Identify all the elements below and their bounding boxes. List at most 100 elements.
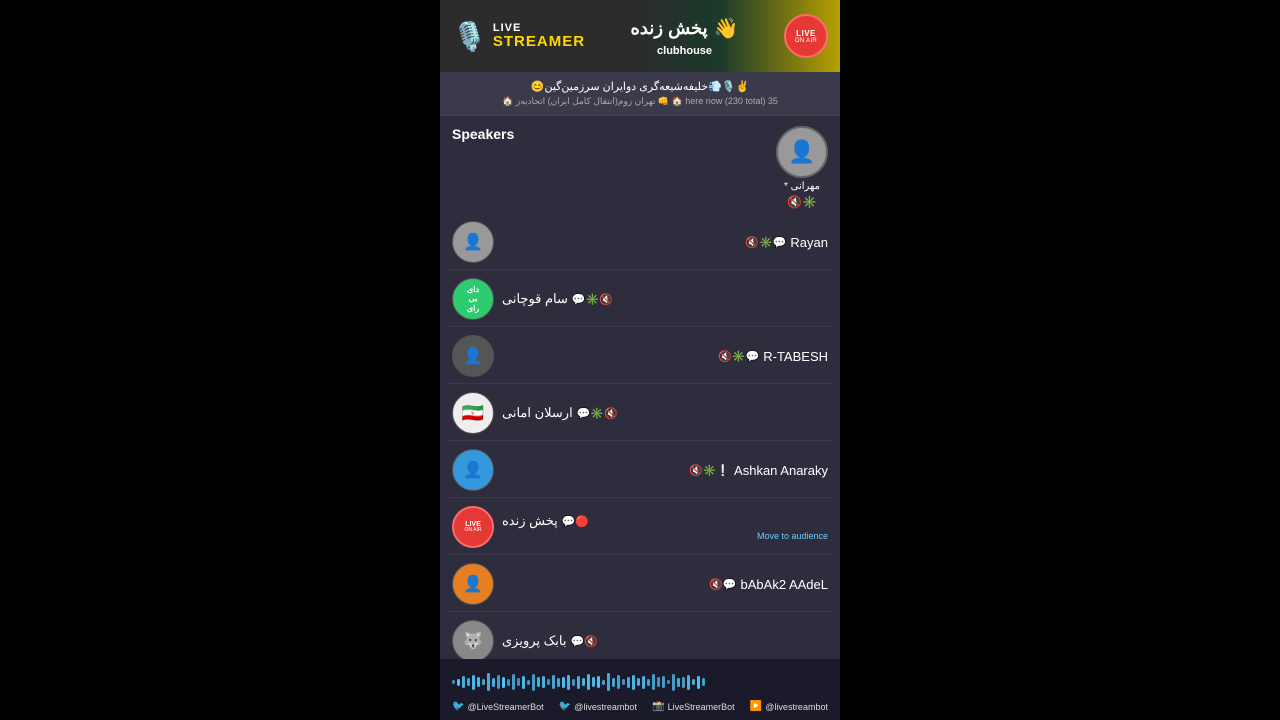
speaker-row[interactable]: 👤 🔇💬 bAbAk2 AAdeL [448,557,832,612]
twitter-handle2: @livestreambot [574,702,637,712]
waveform-bar [567,675,570,690]
waveform-bar [562,677,565,688]
speaker-status-icons: 🔴💬 [562,515,589,528]
speaker-status-icons: 🔇✳️💬 [577,407,618,420]
speakers-container: Speakers 👤 مهرانی * 🔇✳️ 👤 🔇✳️💬 Rayan دای بی… [440,116,840,659]
speaker-row[interactable]: 👤 🔇✳️💬 R-TABESH [448,329,832,384]
speaker-name: 🔴💬 پخش زنده [502,513,828,529]
speaker-avatar: 👤 [452,563,494,605]
waveform-bar [607,673,610,691]
waveform-bar [677,678,680,687]
speaker-name: 🔇💬 bAbAk2 AAdeL [502,577,828,592]
waveform-bar [527,680,530,685]
speaker-row[interactable]: 👤 🔇✳️❕ Ashkan Anaraky [448,443,832,498]
waveform-bar [697,676,700,689]
speaker-row[interactable]: دای بی رای 🔇✳️💬 سام قوچانی [448,272,832,327]
waveform-bar [577,676,580,689]
speaker-avatar: 🇮🇷 [452,392,494,434]
waveform-bar [507,679,510,686]
header-bar: 🎙️ LIVE STREAMER پخش زنده 👋 clubhouse LI… [440,0,840,72]
speaker-row[interactable]: 🇮🇷 🔇✳️💬 ارسلان امانی [448,386,832,441]
waveform-bar [552,675,555,689]
live-streamer-branding: LIVE STREAMER [493,22,585,51]
speaker-status-icons: 🔇✳️💬 [718,350,759,363]
twitter-handle: @LiveStreamerBot [467,702,543,712]
speaker-name: 🔇✳️💬 Rayan [502,235,828,250]
social-twitter-stream: 🐦 @livestreambot [559,701,637,712]
featured-speaker[interactable]: 👤 مهرانی * 🔇✳️ [776,126,828,209]
speaker-name-text: پخش زنده [502,513,558,529]
speaker-status-icons: 🔇✳️❕ [689,464,730,477]
speaker-row[interactable]: LIVEON AIR 🔴💬 پخش زنده Move to audience [448,500,832,555]
youtube-handle: @livestreambot [765,702,828,712]
waveform-bar [622,679,625,685]
speaker-name: 🔇✳️❕ Ashkan Anaraky [502,463,828,478]
speaker-name-text: bAbAk2 AAdeL [741,577,828,592]
speaker-avatar: 👤 [452,221,494,263]
waveform-bar [602,680,605,685]
waveform-bar [492,678,495,687]
speaker-name: 🔇💬بابک پرویزی [502,633,828,649]
hand-emoji: 👋 [714,16,739,41]
waveform-bar [667,680,670,684]
speaker-name-text: Ashkan Anaraky [734,463,828,478]
speaker-name-text: سام قوچانی [502,291,568,307]
waveform-bar [682,677,685,688]
waveform-bar [457,679,460,686]
waveform-bar [672,674,675,691]
waveform-bar [597,676,600,688]
speaker-info: 🔇✳️💬 R-TABESH [502,349,828,364]
speaker-avatar: 👤 [452,449,494,491]
waveform-bar [482,679,485,685]
speakers-label: Speakers [452,126,768,142]
waveform-bar [467,678,470,686]
speaker-status-icons: 🔇✳️💬 [572,293,613,306]
clubhouse-label: clubhouse [657,45,712,57]
speaker-status-icons: 🔇💬 [709,578,736,591]
streamer-label: STREAMER [493,34,585,51]
waveform-bar [572,679,575,686]
speaker-avatar: دای بی رای [452,278,494,320]
speaker-row[interactable]: 👤 🔇✳️💬 Rayan [448,215,832,270]
room-subtitle: here now (230 total) 35 🏠 👊 تهران زوم(ان… [452,96,828,107]
speaker-info: 🔇✳️💬 ارسلان امانی [502,405,828,421]
waveform-bar [617,675,620,689]
waveform-bar [692,679,695,685]
waveform-bar [652,674,655,690]
speaker-avatar: 🐺 [452,620,494,659]
waveform-bar [662,676,665,688]
waveform-bar [532,674,535,691]
speaker-name: 🔇✳️💬 ارسلان امانی [502,405,828,421]
waveform-bar [487,673,490,691]
speaker-avatar: LIVEON AIR [452,506,494,548]
waveform-bar [547,679,550,685]
waveform-bar [657,677,660,687]
speaker-name-text: R-TABESH [763,349,828,364]
speaker-status-icons: 🔇✳️💬 [745,236,786,249]
live-on-air-badge: LIVE ON AIR [784,14,828,58]
social-instagram-bot: 📸 LiveStreamerBot [652,701,734,712]
social-links: 🐦 @LiveStreamerBot 🐦 @livestreambot 📸 Li… [452,701,828,712]
live-on-air-subtext: ON AIR [795,38,817,44]
speaker-info: 🔇✳️❕ Ashkan Anaraky [502,463,828,478]
speaker-name-text: ارسلان امانی [502,405,573,421]
header-left: 🎙️ LIVE STREAMER [452,20,585,53]
waveform-bar [537,677,540,687]
speaker-avatar: 👤 [452,335,494,377]
move-to-audience-label[interactable]: Move to audience [502,531,828,541]
live-label: LIVE [493,22,585,34]
speaker-info: 🔇💬بابک پرویزی [502,633,828,649]
speaker-row[interactable]: 🐺 🔇💬بابک پرویزی [448,614,832,659]
live-on-air-live-text: LIVE [796,29,816,38]
twitter-icon: 🐦 [452,701,464,712]
speakers-header: Speakers 👤 مهرانی * 🔇✳️ [440,116,840,215]
speaker-name-text: Rayan [790,235,828,250]
twitter-icon2: 🐦 [559,701,571,712]
speaker-info: 🔇💬 bAbAk2 AAdeL [502,577,828,592]
room-title-bar: ✌️🎙️💨خلیفه‌شیعه‌گری دوایران سرزمین‌گین😊 … [440,72,840,116]
youtube-icon: ▶️ [750,701,762,712]
waveform-bar [542,676,545,688]
main-phone-area: 🎙️ LIVE STREAMER پخش زنده 👋 clubhouse LI… [440,0,840,720]
waveform-bar [687,675,690,690]
featured-speaker-name: مهرانی * [784,181,820,192]
